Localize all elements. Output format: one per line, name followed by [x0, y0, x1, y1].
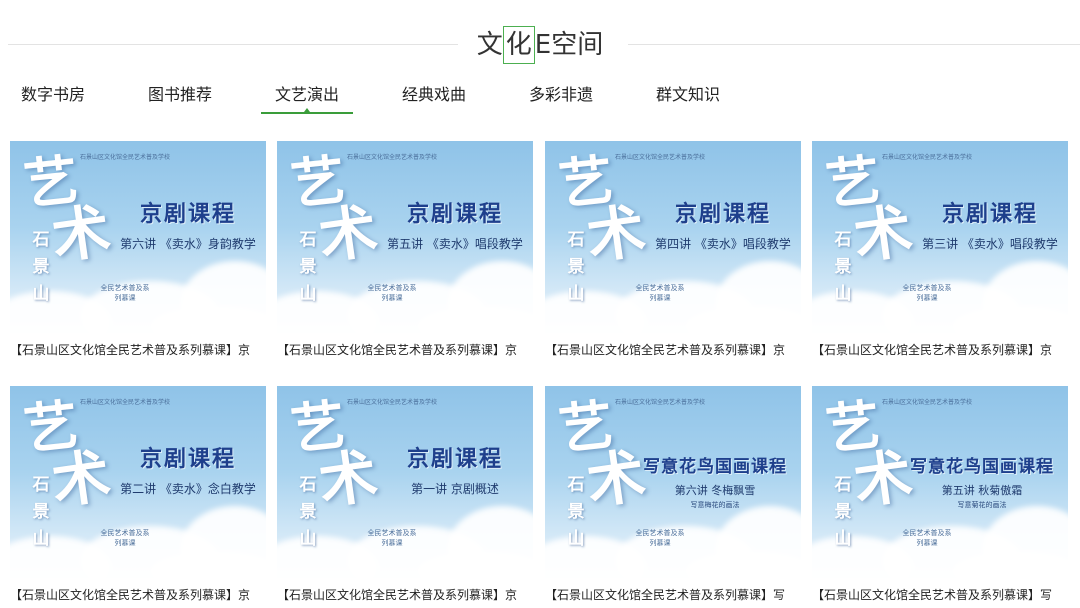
thumb-course-title: 写意花鸟国画课程 — [910, 457, 1054, 477]
thumb-series-text: 全民艺术普及系列慕课 — [902, 284, 952, 302]
video-card[interactable]: 石景山区文化馆全民艺术普及学校 艺 术 石景山 全民艺术普及系列慕课 京剧课程 … — [277, 386, 533, 606]
thumb-art-char-2: 术 — [314, 441, 382, 517]
thumb-course-title: 京剧课程 — [674, 201, 771, 227]
tab-label: 图书推荐 — [148, 85, 213, 104]
thumb-art-char-2: 术 — [47, 441, 115, 517]
thumb-lecture-subtitle: 写意菊花的画法 — [957, 501, 1007, 509]
video-card[interactable]: 石景山区文化馆全民艺术普及学校 艺 术 石景山 全民艺术普及系列慕课 京剧课程 … — [277, 141, 533, 361]
title-highlight: 化 — [502, 26, 535, 64]
tab-book-recommend[interactable]: 图书推荐 — [148, 80, 212, 110]
thumb-vertical-text: 石景山 — [32, 230, 50, 304]
video-thumbnail[interactable]: 石景山区文化馆全民艺术普及学校 艺 术 石景山 全民艺术普及系列慕课 京剧课程 … — [10, 386, 266, 578]
tab-digital-study[interactable]: 数字书房 — [21, 80, 85, 110]
thumb-org-text: 石景山区文化馆全民艺术普及学校 — [882, 154, 973, 161]
thumb-art-char-2: 术 — [849, 196, 917, 272]
video-caption[interactable]: 【石景山区文化馆全民艺术普及系列慕课】京 — [277, 341, 539, 359]
tab-label: 数字书房 — [21, 85, 86, 104]
video-caption[interactable]: 【石景山区文化馆全民艺术普及系列慕课】写 — [812, 586, 1074, 604]
thumb-series-text: 全民艺术普及系列慕课 — [367, 529, 417, 547]
thumb-lecture-title: 第三讲 《卖水》唱段教学 — [922, 237, 1058, 251]
thumb-art-char-2: 术 — [314, 196, 382, 272]
thumb-lecture-title: 第五讲 《卖水》唱段教学 — [387, 237, 523, 251]
thumb-series-text: 全民艺术普及系列慕课 — [902, 529, 952, 547]
thumb-vertical-text: 石景山 — [567, 475, 585, 549]
thumb-vertical-text: 石景山 — [567, 230, 585, 304]
thumb-lecture-title: 第一讲 京剧概述 — [411, 482, 499, 496]
tab-intangible-heritage[interactable]: 多彩非遗 — [529, 80, 593, 110]
thumb-art-char-2: 术 — [47, 196, 115, 272]
active-tab-underline — [261, 112, 354, 114]
video-caption[interactable]: 【石景山区文化馆全民艺术普及系列慕课】京 — [812, 341, 1074, 359]
thumb-course-title: 京剧课程 — [406, 446, 503, 472]
active-tab-caret-icon — [304, 108, 310, 112]
thumb-vertical-text: 石景山 — [299, 230, 317, 304]
tab-label: 文艺演出 — [275, 85, 340, 104]
thumb-vertical-text: 石景山 — [299, 475, 317, 549]
thumb-series-text: 全民艺术普及系列慕课 — [100, 529, 150, 547]
video-caption[interactable]: 【石景山区文化馆全民艺术普及系列慕课】京 — [545, 341, 807, 359]
video-caption[interactable]: 【石景山区文化馆全民艺术普及系列慕课】写 — [545, 586, 807, 604]
tab-cultural-knowledge[interactable]: 群文知识 — [656, 80, 720, 110]
thumb-lecture-title: 第六讲 《卖水》身韵教学 — [120, 237, 256, 251]
video-thumbnail[interactable]: 石景山区文化馆全民艺术普及学校 艺 术 石景山 全民艺术普及系列慕课 京剧课程 … — [545, 141, 801, 333]
title-prefix: 文 — [476, 30, 503, 60]
video-caption[interactable]: 【石景山区文化馆全民艺术普及系列慕课】京 — [10, 586, 272, 604]
section-title: 文化 E空间 — [0, 26, 1080, 64]
video-card[interactable]: 石景山区文化馆全民艺术普及学校 艺 术 石景山 全民艺术普及系列慕课 京剧课程 … — [812, 141, 1068, 361]
thumb-course-title: 京剧课程 — [941, 201, 1038, 227]
video-thumbnail[interactable]: 石景山区文化馆全民艺术普及学校 艺 术 石景山 全民艺术普及系列慕课 写意花鸟国… — [812, 386, 1068, 578]
tab-label: 多彩非遗 — [529, 85, 594, 104]
tab-performances[interactable]: 文艺演出 — [261, 80, 354, 114]
thumb-series-text: 全民艺术普及系列慕课 — [635, 529, 685, 547]
video-thumbnail[interactable]: 石景山区文化馆全民艺术普及学校 艺 术 石景山 全民艺术普及系列慕课 京剧课程 … — [812, 141, 1068, 333]
video-thumbnail[interactable]: 石景山区文化馆全民艺术普及学校 艺 术 石景山 全民艺术普及系列慕课 京剧课程 … — [277, 386, 533, 578]
thumb-course-title: 京剧课程 — [139, 201, 236, 227]
thumb-lecture-subtitle: 写意梅花的画法 — [690, 501, 740, 509]
thumb-org-text: 石景山区文化馆全民艺术普及学校 — [80, 399, 171, 406]
thumb-lecture-title: 第四讲 《卖水》唱段教学 — [655, 237, 791, 251]
video-card[interactable]: 石景山区文化馆全民艺术普及学校 艺 术 石景山 全民艺术普及系列慕课 京剧课程 … — [10, 141, 266, 361]
tab-classic-opera[interactable]: 经典戏曲 — [402, 80, 466, 110]
thumb-course-title: 京剧课程 — [406, 201, 503, 227]
thumb-course-title: 京剧课程 — [139, 446, 236, 472]
thumb-art-char-2: 术 — [582, 196, 650, 272]
video-thumbnail[interactable]: 石景山区文化馆全民艺术普及学校 艺 术 石景山 全民艺术普及系列慕课 京剧课程 … — [277, 141, 533, 333]
video-card[interactable]: 石景山区文化馆全民艺术普及学校 艺 术 石景山 全民艺术普及系列慕课 写意花鸟国… — [812, 386, 1068, 606]
thumb-lecture-title: 第二讲 《卖水》念白教学 — [120, 482, 256, 496]
video-thumbnail[interactable]: 石景山区文化馆全民艺术普及学校 艺 术 石景山 全民艺术普及系列慕课 京剧课程 … — [10, 141, 266, 333]
video-caption[interactable]: 【石景山区文化馆全民艺术普及系列慕课】京 — [10, 341, 272, 359]
thumb-lecture-title: 第六讲 冬梅飘雪 — [674, 484, 756, 497]
thumb-lecture-title: 第五讲 秋菊傲霜 — [941, 484, 1023, 497]
video-card[interactable]: 石景山区文化馆全民艺术普及学校 艺 术 石景山 全民艺术普及系列慕课 写意花鸟国… — [545, 386, 801, 606]
category-tabs: 数字书房 图书推荐 文艺演出 经典戏曲 多彩非遗 群文知识 — [0, 80, 1080, 114]
thumb-vertical-text: 石景山 — [834, 475, 852, 549]
thumb-series-text: 全民艺术普及系列慕课 — [367, 284, 417, 302]
thumb-vertical-text: 石景山 — [834, 230, 852, 304]
video-card[interactable]: 石景山区文化馆全民艺术普及学校 艺 术 石景山 全民艺术普及系列慕课 京剧课程 … — [545, 141, 801, 361]
thumb-org-text: 石景山区文化馆全民艺术普及学校 — [80, 154, 171, 161]
thumb-org-text: 石景山区文化馆全民艺术普及学校 — [347, 154, 438, 161]
title-suffix: E空间 — [534, 30, 604, 60]
thumb-org-text: 石景山区文化馆全民艺术普及学校 — [615, 154, 706, 161]
thumb-course-title: 写意花鸟国画课程 — [643, 457, 787, 477]
tab-label: 经典戏曲 — [402, 85, 467, 104]
video-caption[interactable]: 【石景山区文化馆全民艺术普及系列慕课】京 — [277, 586, 539, 604]
section-header: 文化 E空间 — [0, 20, 1080, 70]
thumb-vertical-text: 石景山 — [32, 475, 50, 549]
video-thumbnail[interactable]: 石景山区文化馆全民艺术普及学校 艺 术 石景山 全民艺术普及系列慕课 写意花鸟国… — [545, 386, 801, 578]
thumb-series-text: 全民艺术普及系列慕课 — [635, 284, 685, 302]
thumb-org-text: 石景山区文化馆全民艺术普及学校 — [347, 399, 438, 406]
thumb-org-text: 石景山区文化馆全民艺术普及学校 — [882, 399, 973, 406]
thumb-org-text: 石景山区文化馆全民艺术普及学校 — [615, 399, 706, 406]
thumb-series-text: 全民艺术普及系列慕课 — [100, 284, 150, 302]
video-card[interactable]: 石景山区文化馆全民艺术普及学校 艺 术 石景山 全民艺术普及系列慕课 京剧课程 … — [10, 386, 266, 606]
tab-label: 群文知识 — [656, 85, 721, 104]
